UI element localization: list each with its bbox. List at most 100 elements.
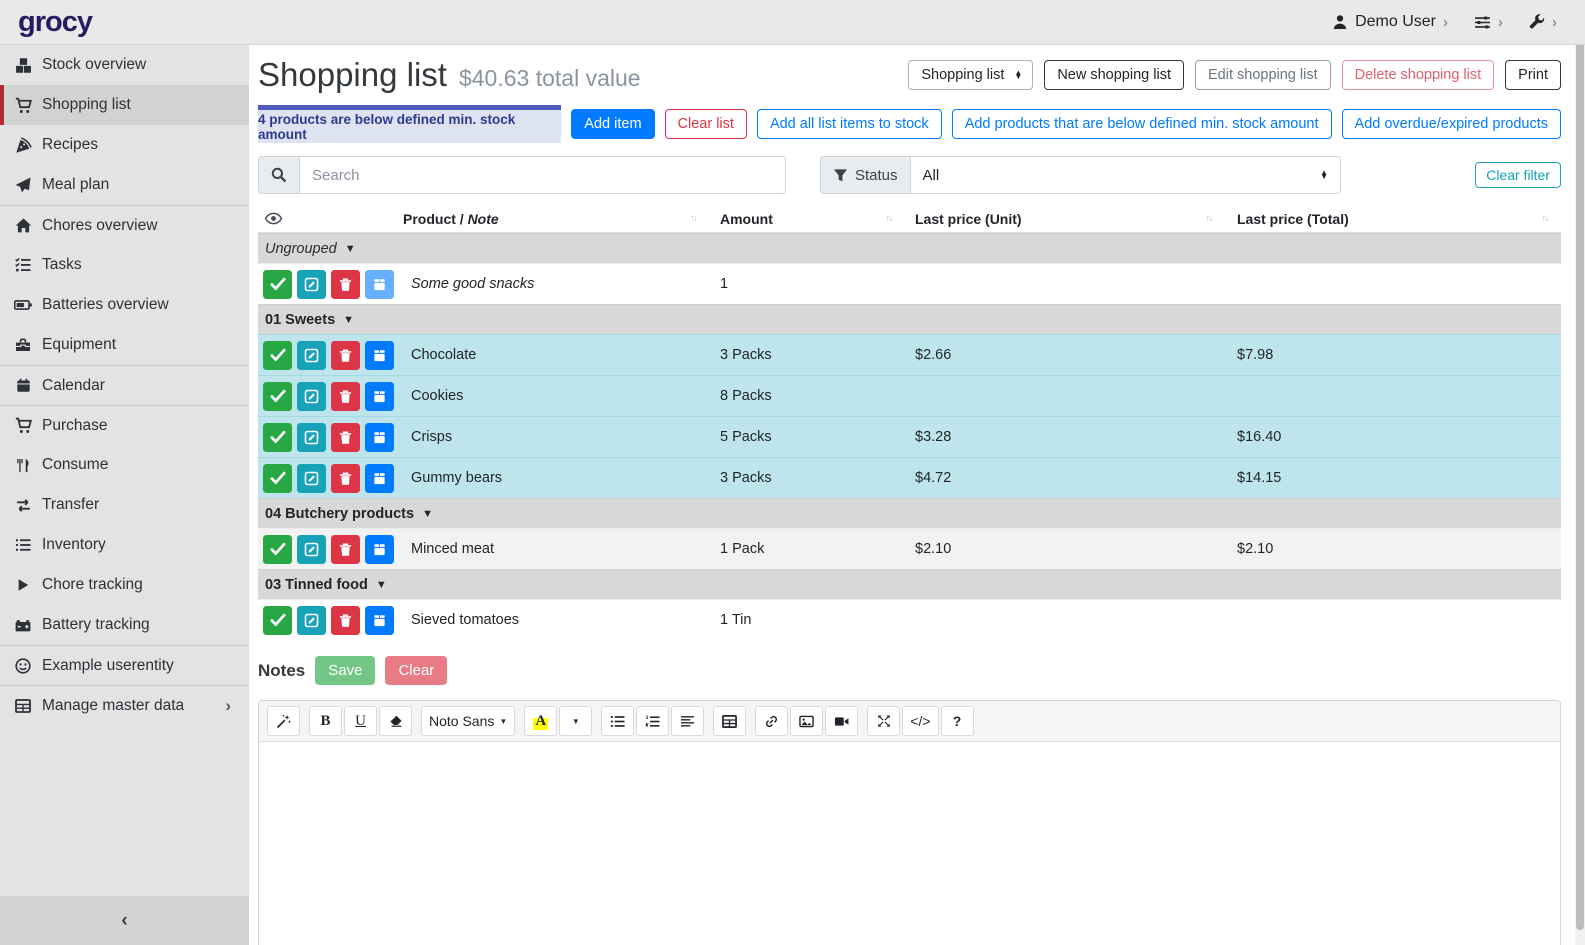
- sidebar-item-recipes[interactable]: Recipes: [0, 125, 249, 165]
- bold-button[interactable]: B: [309, 706, 342, 736]
- eraser-button[interactable]: [379, 706, 412, 736]
- fullscreen-button[interactable]: [867, 706, 900, 736]
- done-button[interactable]: [263, 423, 292, 452]
- delete-button[interactable]: [331, 606, 360, 635]
- notes-clear-button[interactable]: Clear: [385, 656, 447, 685]
- delete-button[interactable]: [331, 382, 360, 411]
- paragraph-align-button[interactable]: [671, 706, 704, 736]
- sidebar-item-calendar[interactable]: Calendar: [0, 365, 249, 405]
- scrollbar-thumb[interactable]: [1576, 25, 1584, 930]
- delete-button[interactable]: [331, 270, 360, 299]
- shopping-list-select[interactable]: Shopping list ▲▼: [908, 60, 1033, 90]
- column-header-last-price-unit[interactable]: Last price (Unit)↑↓: [905, 211, 1225, 227]
- notes-save-button[interactable]: Save: [315, 656, 375, 685]
- settings-menu[interactable]: ›: [1474, 14, 1503, 31]
- edit-button[interactable]: [297, 270, 326, 299]
- caret-down-icon: ▼: [345, 243, 356, 255]
- sidebar-item-transfer[interactable]: Transfer: [0, 485, 249, 525]
- delete-button[interactable]: [331, 341, 360, 370]
- add-to-stock-button[interactable]: [365, 423, 394, 452]
- font-color-dropdown[interactable]: ▼: [559, 706, 592, 736]
- column-header-product[interactable]: Product / Note↑↓: [403, 211, 710, 227]
- sidebar-item-chores-overview[interactable]: Chores overview: [0, 205, 249, 245]
- product-name: Gummy bears: [403, 470, 710, 486]
- ordered-list-button[interactable]: [636, 706, 669, 736]
- edit-button[interactable]: [297, 606, 326, 635]
- admin-menu[interactable]: ›: [1529, 14, 1557, 31]
- sidebar-item-meal-plan[interactable]: Meal plan: [0, 165, 249, 205]
- sidebar-item-shopping-list[interactable]: Shopping list: [0, 85, 249, 125]
- add-to-stock-button[interactable]: [365, 535, 394, 564]
- edit-button[interactable]: [297, 341, 326, 370]
- sidebar-item-inventory[interactable]: Inventory: [0, 525, 249, 565]
- group-header-sweets[interactable]: 01 Sweets▼: [258, 304, 1561, 334]
- eye-icon[interactable]: [258, 210, 403, 227]
- user-menu[interactable]: Demo User ›: [1332, 13, 1448, 31]
- underline-button[interactable]: U: [344, 706, 377, 736]
- product-name: Chocolate: [403, 347, 710, 363]
- add-to-stock-button[interactable]: [365, 606, 394, 635]
- insert-link-button[interactable]: [755, 706, 788, 736]
- search-input[interactable]: [299, 156, 786, 194]
- edit-button[interactable]: [297, 382, 326, 411]
- style-magic-button[interactable]: [267, 706, 300, 736]
- insert-picture-button[interactable]: [790, 706, 823, 736]
- done-button[interactable]: [263, 535, 292, 564]
- done-button[interactable]: [263, 270, 292, 299]
- sidebar-item-equipment[interactable]: Equipment: [0, 325, 249, 365]
- done-button[interactable]: [263, 464, 292, 493]
- notes-textarea[interactable]: [259, 742, 1560, 945]
- print-button[interactable]: Print: [1505, 60, 1561, 90]
- sidebar-item-example-userentity[interactable]: Example userentity: [0, 645, 249, 685]
- last-price-total: $7.98: [1225, 347, 1561, 363]
- help-button[interactable]: ?: [941, 706, 974, 736]
- sidebar-item-chore-tracking[interactable]: Chore tracking: [0, 565, 249, 605]
- add-overdue-button[interactable]: Add overdue/expired products: [1342, 109, 1561, 139]
- add-to-stock-button[interactable]: [365, 382, 394, 411]
- status-select[interactable]: All ▲▼: [910, 156, 1341, 194]
- delete-button[interactable]: [331, 464, 360, 493]
- sidebar-item-consume[interactable]: Consume: [0, 445, 249, 485]
- column-header-last-price-total[interactable]: Last price (Total)↑↓: [1225, 211, 1561, 227]
- edit-button[interactable]: [297, 535, 326, 564]
- delete-button[interactable]: [331, 423, 360, 452]
- done-button[interactable]: [263, 341, 292, 370]
- font-family-select[interactable]: Noto Sans▼: [421, 706, 515, 736]
- add-item-button[interactable]: Add item: [571, 109, 654, 139]
- column-header-amount[interactable]: Amount↑↓: [710, 211, 905, 227]
- edit-button[interactable]: [297, 464, 326, 493]
- clear-filter-button[interactable]: Clear filter: [1475, 162, 1561, 188]
- group-header-tinned-food[interactable]: 03 Tinned food▼: [258, 569, 1561, 599]
- new-shopping-list-button[interactable]: New shopping list: [1044, 60, 1184, 90]
- insert-video-button[interactable]: [825, 706, 858, 736]
- unordered-list-button[interactable]: [601, 706, 634, 736]
- done-button[interactable]: [263, 382, 292, 411]
- insert-table-button[interactable]: [713, 706, 746, 736]
- add-all-to-stock-button[interactable]: Add all list items to stock: [757, 109, 942, 139]
- add-to-stock-button[interactable]: [365, 270, 394, 299]
- add-to-stock-button[interactable]: [365, 464, 394, 493]
- group-header-butchery[interactable]: 04 Butchery products▼: [258, 498, 1561, 528]
- page-scrollbar[interactable]: [1575, 0, 1585, 945]
- edit-button[interactable]: [297, 423, 326, 452]
- delete-button[interactable]: [331, 535, 360, 564]
- edit-shopping-list-button[interactable]: Edit shopping list: [1195, 60, 1331, 90]
- done-button[interactable]: [263, 606, 292, 635]
- status-filter-group: Status All ▲▼: [820, 156, 1341, 194]
- font-color-button[interactable]: A: [524, 706, 557, 736]
- sidebar-collapse-button[interactable]: ‹: [0, 896, 249, 945]
- clear-list-button[interactable]: Clear list: [665, 109, 747, 139]
- group-header-ungrouped[interactable]: Ungrouped▼: [258, 233, 1561, 263]
- code-view-button[interactable]: </>: [902, 706, 938, 736]
- sidebar-item-stock-overview[interactable]: Stock overview: [0, 45, 249, 85]
- sidebar-item-manage-master-data[interactable]: Manage master data›: [0, 685, 249, 725]
- delete-shopping-list-button[interactable]: Delete shopping list: [1342, 60, 1495, 90]
- sidebar-item-purchase[interactable]: Purchase: [0, 405, 249, 445]
- add-to-stock-button[interactable]: [365, 341, 394, 370]
- table-row: Sieved tomatoes 1 Tin: [258, 599, 1561, 640]
- add-below-min-stock-button[interactable]: Add products that are below defined min.…: [952, 109, 1332, 139]
- sidebar-item-tasks[interactable]: Tasks: [0, 245, 249, 285]
- list-icon: [13, 537, 33, 553]
- sidebar-item-batteries-overview[interactable]: Batteries overview: [0, 285, 249, 325]
- sidebar-item-battery-tracking[interactable]: Battery tracking: [0, 605, 249, 645]
